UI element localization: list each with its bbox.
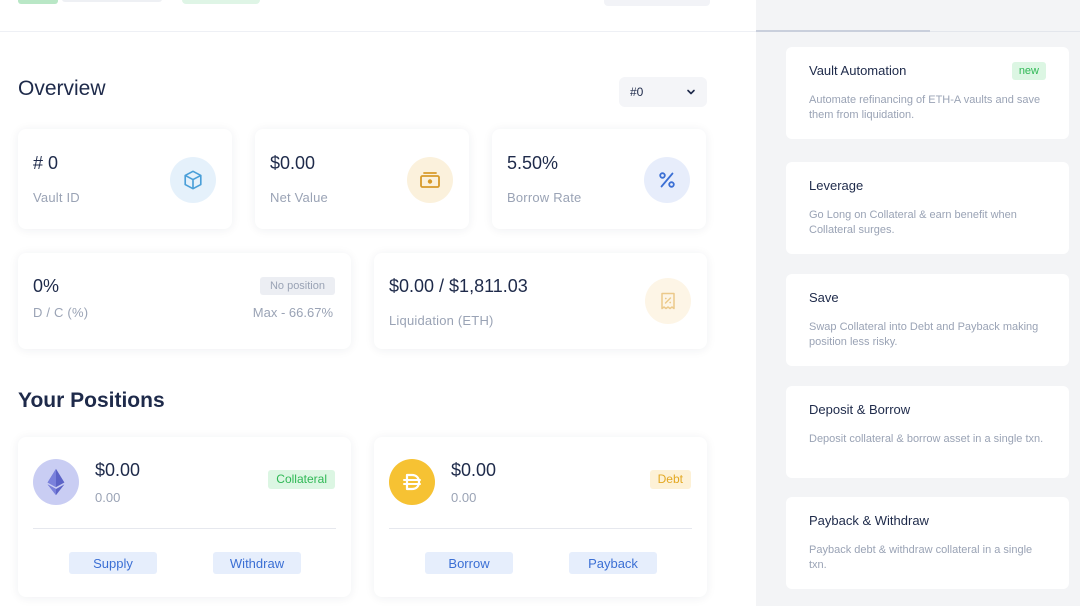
- percent-icon: [644, 157, 690, 203]
- top-bar: [0, 0, 756, 32]
- debt-position-card: $0.00 0.00 Debt Borrow Payback: [374, 437, 707, 597]
- strategy-description: Swap Collateral into Debt and Payback ma…: [809, 321, 1039, 348]
- liquidation-value: $0.00 / $1,811.03: [389, 276, 528, 296]
- strategy-title: Payback & Withdraw: [809, 513, 929, 528]
- dc-value: 0%: [33, 276, 60, 296]
- strategy-leverage[interactable]: Leverage Go Long on Collateral & earn be…: [786, 162, 1069, 254]
- liquidation-card: $0.00 / $1,811.03 Liquidation (ETH): [374, 253, 707, 349]
- strategy-title: Leverage: [809, 178, 864, 193]
- strategy-title: Vault Automation: [809, 63, 907, 78]
- vault-id-value: # 0: [33, 153, 59, 173]
- positions-title: Your Positions: [18, 389, 165, 412]
- chevron-down-icon: [687, 89, 695, 95]
- strategy-payback-withdraw[interactable]: Payback & Withdraw Payback debt & withdr…: [786, 497, 1069, 589]
- borrow-rate-value: 5.50%: [507, 153, 559, 173]
- collateral-amount: $0.00: [95, 460, 141, 480]
- receipt-icon: [645, 278, 691, 324]
- cube-icon: [170, 157, 216, 203]
- new-badge: new: [1011, 62, 1046, 80]
- page-title: Overview: [18, 77, 106, 100]
- net-value-value: $0.00: [270, 153, 316, 173]
- borrow-button[interactable]: Borrow: [425, 552, 513, 574]
- collateral-position-card: $0.00 0.00 Collateral Supply Withdraw: [18, 437, 351, 597]
- strategy-description: Payback debt & withdraw collateral in a …: [809, 544, 1033, 571]
- dc-label: D / C (%): [33, 305, 89, 320]
- app-logo: [18, 0, 58, 4]
- no-position-badge: No position: [259, 277, 335, 295]
- vault-id-card: # 0 Vault ID: [18, 129, 232, 229]
- app-title-fragment: [62, 0, 162, 2]
- strategy-description: Go Long on Collateral & earn benefit whe…: [809, 209, 1017, 236]
- strategy-title: Save: [809, 290, 839, 305]
- max-ratio: Max - 66.67%: [252, 305, 333, 320]
- strategy-deposit-borrow[interactable]: Deposit & Borrow Deposit collateral & bo…: [786, 386, 1069, 478]
- supply-button[interactable]: Supply: [69, 552, 157, 574]
- status-badge: [182, 0, 260, 4]
- debt-amount: $0.00: [451, 460, 497, 480]
- strategy-title: Deposit & Borrow: [809, 402, 911, 417]
- borrow-rate-card: 5.50% Borrow Rate: [492, 129, 706, 229]
- net-value-card: $0.00 Net Value: [255, 129, 469, 229]
- cash-icon: [407, 157, 453, 203]
- vault-select[interactable]: #0: [619, 77, 707, 107]
- strategy-description: Deposit collateral & borrow asset in a s…: [809, 433, 1044, 445]
- divider: [33, 528, 336, 529]
- strategy-vault-automation[interactable]: Vault Automation new Automate refinancin…: [786, 47, 1069, 139]
- debt-badge: Debt: [649, 470, 691, 489]
- debt-token-amount: 0.00: [451, 490, 477, 505]
- collateral-badge: Collateral: [268, 470, 335, 489]
- net-value-label: Net Value: [270, 190, 328, 205]
- strategies-panel: Vault Automation new Automate refinancin…: [756, 0, 1080, 606]
- vault-select-value: #0: [630, 85, 644, 99]
- collateral-token-amount: 0.00: [95, 490, 121, 505]
- tab-underline: [930, 31, 1080, 32]
- liquidation-label: Liquidation (ETH): [389, 313, 494, 328]
- payback-button[interactable]: Payback: [569, 552, 657, 574]
- dai-icon: [389, 459, 435, 505]
- withdraw-button[interactable]: Withdraw: [213, 552, 301, 574]
- strategy-save[interactable]: Save Swap Collateral into Debt and Payba…: [786, 274, 1069, 366]
- debt-collateral-card: 0% D / C (%) No position Max - 66.67%: [18, 253, 351, 349]
- eth-icon: [33, 459, 79, 505]
- borrow-rate-label: Borrow Rate: [507, 190, 582, 205]
- divider: [389, 528, 692, 529]
- main-panel: Overview #0 # 0 Vault ID $0.00 Net Value: [0, 0, 756, 606]
- tab-indicator: [756, 30, 930, 32]
- vault-id-label: Vault ID: [33, 190, 80, 205]
- header-button[interactable]: [604, 0, 710, 6]
- strategy-description: Automate refinancing of ETH-A vaults and…: [809, 94, 1041, 121]
